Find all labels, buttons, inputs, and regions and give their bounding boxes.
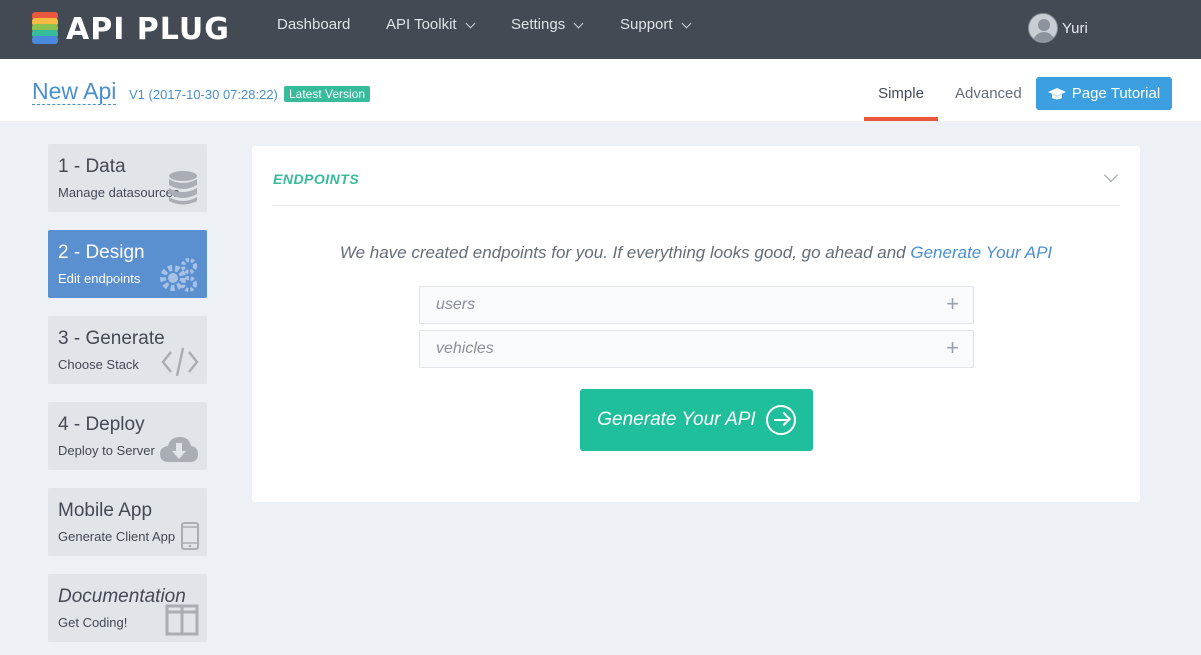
generate-api-button-label: Generate Your API (597, 409, 756, 430)
cloud-download-icon (160, 437, 198, 462)
chevron-down-icon (573, 18, 584, 28)
chevron-down-icon (465, 18, 476, 28)
generate-api-link[interactable]: Generate Your API (910, 243, 1052, 262)
nav-api-toolkit-label: API Toolkit (386, 16, 457, 33)
plus-icon[interactable]: + (946, 287, 959, 321)
graduation-cap-icon (1047, 87, 1066, 99)
panel-title: ENDPOINTS (273, 171, 360, 187)
endpoint-item-users[interactable]: users + (419, 286, 974, 324)
gears-icon (160, 258, 197, 292)
user-name: Yuri (1062, 19, 1088, 37)
nav-support[interactable]: Support (620, 0, 691, 50)
divider (272, 205, 1120, 206)
nav-dashboard-label: Dashboard (277, 16, 351, 33)
nav-dashboard[interactable]: Dashboard (277, 0, 350, 50)
step-documentation[interactable]: Documentation Get Coding! (48, 574, 207, 642)
page-tutorial-label: Page Tutorial (1071, 85, 1161, 102)
user-menu[interactable]: Yuri (1028, 13, 1088, 43)
chevron-down-icon (681, 18, 691, 28)
endpoint-name: users (436, 296, 476, 313)
step-generate[interactable]: 3 - Generate Choose Stack (48, 316, 207, 384)
arrow-circle-right-icon (765, 405, 796, 435)
code-icon (161, 347, 199, 377)
generate-api-button[interactable]: Generate Your API (580, 389, 813, 451)
step-title: Mobile App (58, 500, 153, 521)
endpoints-panel: ENDPOINTS We have created endpoints for … (252, 146, 1140, 502)
endpoint-item-vehicles[interactable]: vehicles + (419, 330, 974, 368)
mobile-icon (181, 522, 199, 550)
columns-icon (165, 604, 199, 636)
step-title: 4 - Deploy (58, 414, 145, 435)
latest-version-badge: Latest Version (284, 86, 371, 102)
logo[interactable]: API PLUG (32, 11, 230, 47)
active-tab-indicator (864, 117, 938, 121)
nav-api-toolkit[interactable]: API Toolkit (386, 0, 476, 50)
intro-text-block: We have created endpoints for you. If ev… (252, 243, 1140, 263)
api-name[interactable]: New Api (32, 78, 117, 105)
step-data[interactable]: 1 - Data Manage datasources (48, 144, 207, 212)
step-design[interactable]: 2 - Design Edit endpoints (48, 230, 207, 298)
nav-settings[interactable]: Settings (511, 0, 584, 50)
endpoint-name: vehicles (436, 340, 494, 357)
step-deploy[interactable]: 4 - Deploy Deploy to Server (48, 402, 207, 470)
nav-settings-label: Settings (511, 16, 566, 33)
intro-text: We have created endpoints for you. If ev… (339, 243, 906, 262)
tab-advanced[interactable]: Advanced (955, 85, 1022, 102)
plus-icon[interactable]: + (946, 331, 959, 365)
chevron-down-icon[interactable] (1103, 167, 1119, 183)
nav-support-label: Support (620, 16, 673, 33)
logo-stack-icon (32, 12, 58, 46)
page-tutorial-button[interactable]: Page Tutorial (1036, 77, 1172, 110)
tab-simple[interactable]: Simple (864, 85, 938, 102)
step-mobile-app[interactable]: Mobile App Generate Client App (48, 488, 207, 556)
step-subtitle: Generate Client App (58, 529, 176, 544)
top-navbar: API PLUG Dashboard API Toolkit Settings … (0, 0, 1201, 59)
version-label: V1 (2017-10-30 07:28:22) (129, 87, 278, 102)
database-icon (169, 171, 197, 205)
avatar (1028, 13, 1058, 43)
logo-text: API PLUG (66, 11, 230, 47)
api-header: New Api V1 (2017-10-30 07:28:22) Latest … (0, 59, 1201, 121)
